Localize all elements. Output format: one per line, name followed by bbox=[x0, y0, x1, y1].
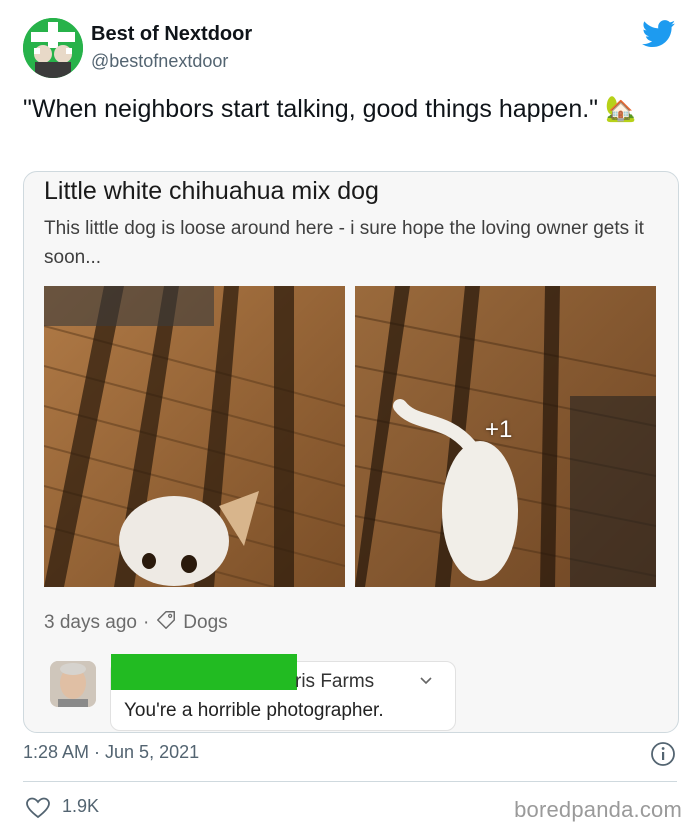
divider bbox=[23, 781, 677, 782]
tweet-timestamp[interactable]: 1:28 AM · Jun 5, 2021 bbox=[23, 742, 199, 763]
more-photos-badge[interactable]: +1 bbox=[485, 416, 512, 444]
account-avatar[interactable] bbox=[23, 18, 83, 78]
commenter-avatar[interactable] bbox=[50, 661, 96, 707]
house-emoji: 🏡 bbox=[605, 95, 637, 123]
commenter-name[interactable]: ris Farms bbox=[295, 671, 374, 693]
comment-bubble[interactable]: ris Farms You're a horrible photographer… bbox=[110, 654, 456, 731]
post-photo-2[interactable]: +1 bbox=[355, 286, 656, 587]
post-body: This little dog is loose around here - i… bbox=[44, 218, 644, 268]
tweet-text-body: "When neighbors start talking, good thin… bbox=[23, 95, 599, 123]
tweet-text: "When neighbors start talking, good thin… bbox=[23, 93, 663, 125]
post-category[interactable]: Dogs bbox=[183, 612, 227, 634]
info-icon[interactable] bbox=[650, 741, 676, 767]
like-count[interactable]: 1.9K bbox=[62, 796, 99, 817]
embedded-post-card[interactable]: Little white chihuahua mix dog This litt… bbox=[23, 171, 679, 733]
meta-separator: · bbox=[142, 612, 150, 633]
post-title: Little white chihuahua mix dog bbox=[44, 177, 379, 205]
name-redaction-bar bbox=[111, 654, 297, 690]
comment-text: You're a horrible photographer. bbox=[124, 700, 384, 721]
tag-icon bbox=[155, 609, 177, 637]
post-photo-1[interactable] bbox=[44, 286, 345, 587]
account-name[interactable]: Best of Nextdoor bbox=[91, 23, 252, 46]
twitter-bird-icon[interactable] bbox=[642, 20, 676, 48]
post-age: 3 days ago bbox=[44, 612, 137, 633]
watermark: boredpanda.com bbox=[514, 797, 682, 822]
account-handle[interactable]: @bestofnextdoor bbox=[91, 51, 228, 72]
heart-icon[interactable] bbox=[26, 797, 50, 819]
chevron-down-icon[interactable] bbox=[419, 674, 433, 688]
post-meta: 3 days ago · Dogs bbox=[44, 609, 228, 637]
